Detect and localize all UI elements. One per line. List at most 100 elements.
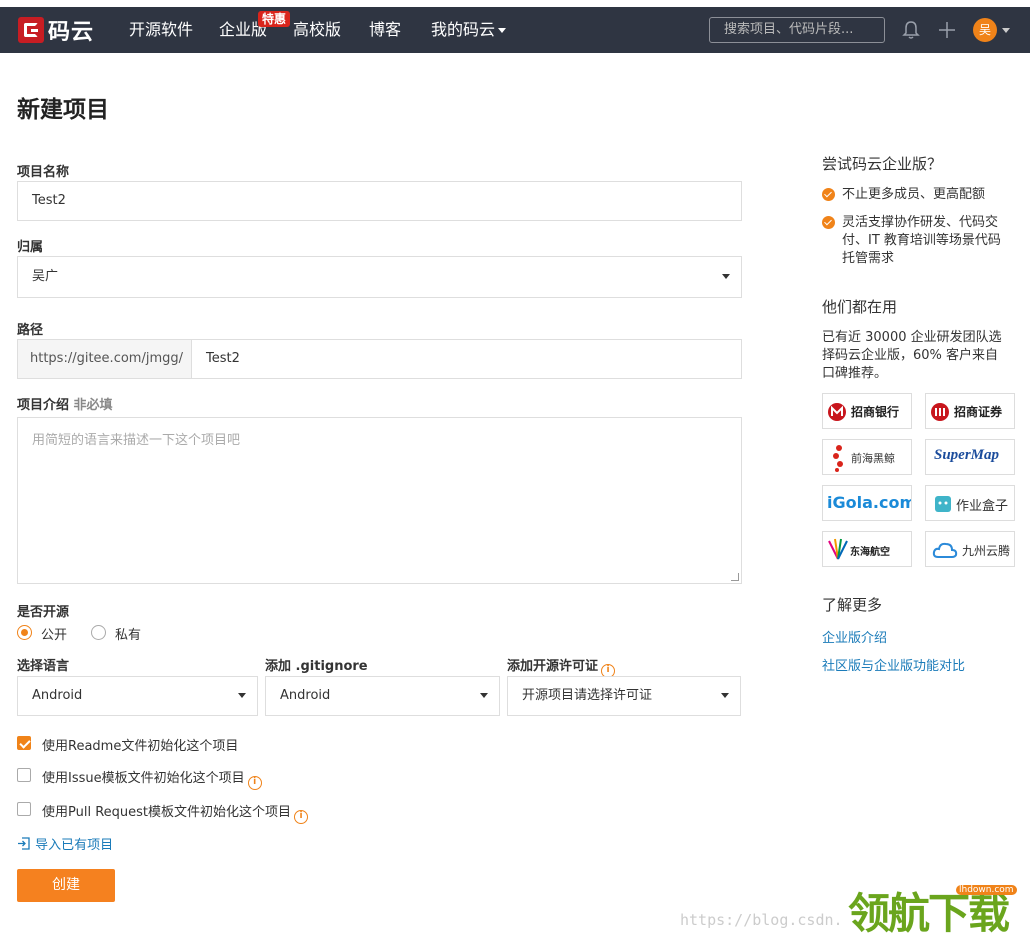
owner-label: 归属 [17,240,44,255]
nav-open-source[interactable]: 开源软件 [129,7,193,53]
create-button[interactable]: 创建 [17,869,115,902]
license-value: 开源项目请选择许可证 [522,688,653,703]
brand-name: 招商证券 [954,405,1003,419]
description-placeholder: 用简短的语言来描述一下这个项目吧 [32,433,241,448]
navbar: 码云 开源软件 企业版 特惠 高校版 博客 我的码云 搜索项目、代码片段... … [0,7,1030,53]
check-icon [822,188,835,201]
nav-my-gitee[interactable]: 我的码云 [431,7,507,53]
logo-text: 码云 [48,20,95,45]
path-input[interactable]: Test2 [191,339,742,379]
issue-checkbox-label[interactable]: 使用Issue模板文件初始化这个项目 i [42,767,262,790]
pr-checkbox-text: 使用Pull Request模板文件初始化这个项目 [42,805,292,820]
resize-handle-icon[interactable] [731,573,739,581]
brand-logo-jiuzhou: 九州云腾 [925,531,1015,567]
watermark-url: https://blog.csdn. [680,911,843,929]
brand-logo-igola: iGola.com [822,485,912,521]
enterprise-intro-link[interactable]: 企业版介绍 [822,627,887,646]
pr-checkbox-label[interactable]: 使用Pull Request模板文件初始化这个项目 i [42,801,309,824]
brand-name: 作业盒子 [956,499,1009,514]
zuoye-logo-icon [935,496,951,512]
brand-name: iGola.com [827,493,912,512]
desc-label: 项目介绍 非必填 [17,394,113,413]
sidebar-try-title: 尝试码云企业版？ [822,155,943,173]
qianhai-logo-icon [833,445,843,472]
sidebar-point-2-line-1: 灵活支撑协作研发、代码交 [842,215,999,230]
import-icon [18,837,30,850]
watermark-tag: lhdown.com [956,885,1017,895]
owner-select[interactable]: 吴广 [17,256,742,298]
cmb-logo-icon [828,403,846,421]
cms-logo-icon [931,403,949,421]
readme-checkbox[interactable] [17,736,31,750]
language-select[interactable]: Android [17,676,258,716]
issue-checkbox[interactable] [17,768,31,782]
radio-public-label[interactable]: 公开 [41,624,67,643]
name-label: 项目名称 [17,165,70,180]
brand-name: SuperMap [934,447,1000,463]
sidebar-point-1: 不止更多成员、更高配额 [842,187,986,202]
brand-logo-donghai: 东海航空 [822,531,912,567]
brand-logo-qianhai: 前海黑鲸 [822,439,912,475]
pr-checkbox[interactable] [17,802,31,816]
brand-name: 东海航空 [850,547,890,558]
sidebar-using-line-1: 已有近 30000 企业研发团队选 [822,330,1002,345]
caret-down-icon [480,693,488,698]
gitignore-select[interactable]: Android [265,676,500,716]
info-icon[interactable]: i [247,776,262,790]
sidebar-using-line-3: 口碑推荐。 [822,366,888,381]
caret-down-icon [722,274,730,279]
gitignore-label: 添加 .gitignore [265,659,368,674]
gitee-logo[interactable]: 码云 [18,16,95,45]
brand-name: 招商银行 [851,405,900,419]
name-input[interactable]: Test2 [17,181,742,221]
language-value: Android [32,688,83,703]
brand-logo-cmb: 招商银行 [822,393,912,429]
radio-private-label[interactable]: 私有 [115,624,141,643]
visibility-label: 是否开源 [17,605,70,620]
sidebar-more-title: 了解更多 [822,596,883,614]
license-select[interactable]: 开源项目请选择许可证 [507,676,741,716]
hot-badge: 特惠 [258,11,291,27]
avatar-chevron-icon[interactable] [1002,28,1010,33]
top-strip [0,0,1030,7]
plus-icon[interactable] [936,19,958,41]
issue-checkbox-text: 使用Issue模板文件初始化这个项目 [42,771,245,786]
license-label: 添加开源许可证 i [507,655,616,678]
nav-university[interactable]: 高校版 [293,7,341,53]
path-prefix: https://gitee.com/jmgg/ [17,339,192,379]
caret-down-icon [721,693,729,698]
page-title: 新建项目 [17,97,109,123]
avatar[interactable]: 吴 [973,18,997,42]
language-label: 选择语言 [17,659,70,674]
info-icon[interactable]: i [294,810,309,824]
bell-icon[interactable] [900,19,922,41]
brand-logo-supermap: SuperMap [925,439,1015,475]
sidebar-using-title: 他们都在用 [822,298,898,316]
nav-my-gitee-label: 我的码云 [431,20,496,39]
gitee-logo-icon [18,17,44,43]
check-icon [822,216,835,229]
search-input[interactable]: 搜索项目、代码片段... [709,17,885,43]
sidebar-point-2-line-2: 付、IT 教育培训等场景代码 [842,233,1001,248]
edition-compare-link[interactable]: 社区版与企业版功能对比 [822,655,965,674]
gitignore-value: Android [280,688,331,703]
cloud-logo-icon [932,542,958,558]
desc-optional: 非必填 [73,398,113,413]
path-label: 路径 [17,323,44,338]
desc-label-text: 项目介绍 [17,398,70,413]
readme-checkbox-label[interactable]: 使用Readme文件初始化这个项目 [42,735,238,754]
radio-public[interactable] [17,625,32,640]
license-label-text: 添加开源许可证 [507,659,599,674]
import-project-link[interactable]: 导入已有项目 [17,834,113,853]
donghai-logo-icon [828,538,848,560]
description-textarea[interactable]: 用简短的语言来描述一下这个项目吧 [17,417,742,584]
import-project-label: 导入已有项目 [35,838,114,853]
brand-name: 前海黑鲸 [851,452,895,465]
radio-private[interactable] [91,625,106,640]
sidebar-point-2-line-3: 托管需求 [842,251,895,266]
owner-value: 吴广 [32,269,59,284]
brand-logo-zuoye: 作业盒子 [925,485,1015,521]
brand-name: 九州云腾 [962,544,1011,558]
nav-blog[interactable]: 博客 [369,7,401,53]
brand-logo-cms: 招商证券 [925,393,1015,429]
